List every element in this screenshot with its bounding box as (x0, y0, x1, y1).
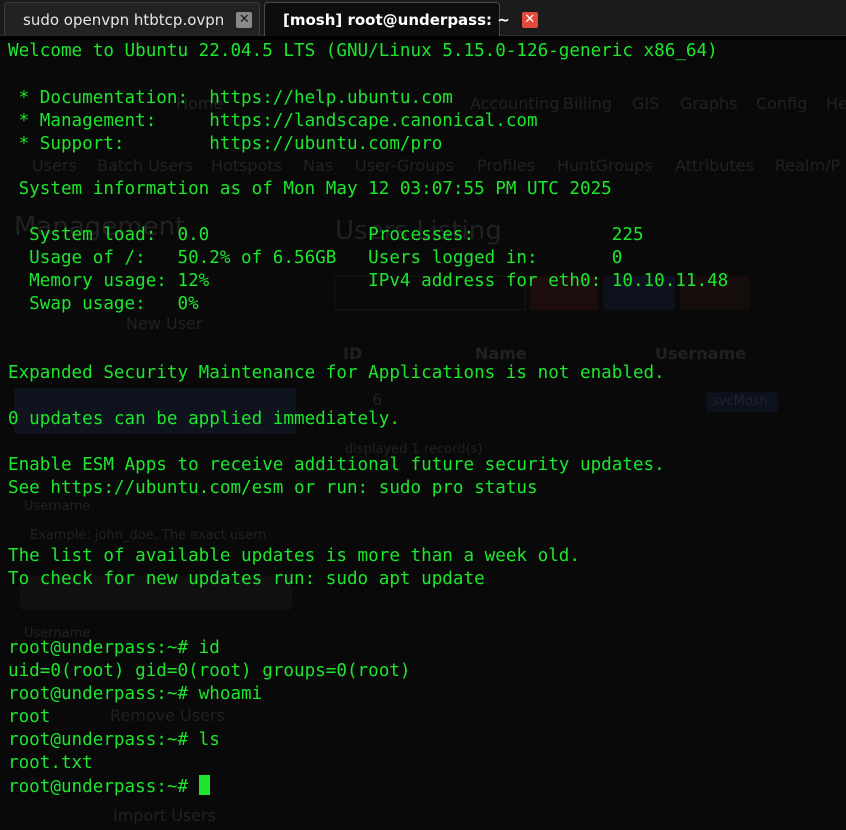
esm-line: Expanded Security Maintenance for Applic… (8, 363, 665, 383)
output-whoami: root (8, 707, 51, 727)
old-updates-line: The list of available updates is more th… (8, 546, 580, 566)
documentation-line: * Documentation: https://help.ubuntu.com (8, 88, 453, 108)
command-whoami: root@underpass:~# whoami (8, 684, 263, 704)
close-icon[interactable]: ✕ (521, 11, 538, 28)
stats-line-2: Usage of /: 50.2% of 6.56GB Users logged… (8, 248, 623, 268)
text-cursor (198, 775, 210, 795)
updates-line: 0 updates can be applied immediately. (8, 409, 400, 429)
stats-line-1: System load: 0.0 Processes: 225 (8, 225, 644, 245)
shell-prompt: root@underpass:~# (8, 777, 199, 797)
support-line: * Support: https://ubuntu.com/pro (8, 134, 443, 154)
command-id: root@underpass:~# id (8, 638, 220, 658)
tab-openvpn[interactable]: sudo openvpn htbtcp.ovpn ✕ (4, 2, 260, 36)
current-prompt-line[interactable]: root@underpass:~# (8, 775, 210, 799)
esm-apps-line: Enable ESM Apps to receive additional fu… (8, 455, 665, 475)
esm-url-line: See https://ubuntu.com/esm or run: sudo … (8, 478, 538, 498)
terminal-tab-bar: sudo openvpn htbtcp.ovpn ✕ [mosh] root@u… (0, 0, 846, 36)
stats-line-3: Memory usage: 12% IPv4 address for eth0:… (8, 271, 729, 291)
output-ls: root.txt (8, 753, 93, 773)
close-icon[interactable]: ✕ (236, 11, 253, 28)
command-ls: root@underpass:~# ls (8, 730, 220, 750)
tab-mosh-root[interactable]: [mosh] root@underpass: ~ ✕ (264, 2, 538, 36)
management-line: * Management: https://landscape.canonica… (8, 111, 538, 131)
apt-update-line: To check for new updates run: sudo apt u… (8, 569, 485, 589)
welcome-line: Welcome to Ubuntu 22.04.5 LTS (GNU/Linux… (8, 41, 718, 61)
sysinfo-line: System information as of Mon May 12 03:0… (8, 179, 612, 199)
tab-label: [mosh] root@underpass: ~ (283, 10, 510, 29)
output-id: uid=0(root) gid=0(root) groups=0(root) (8, 661, 411, 681)
stats-line-4: Swap usage: 0% (8, 294, 199, 314)
tab-label: sudo openvpn htbtcp.ovpn (23, 10, 225, 29)
